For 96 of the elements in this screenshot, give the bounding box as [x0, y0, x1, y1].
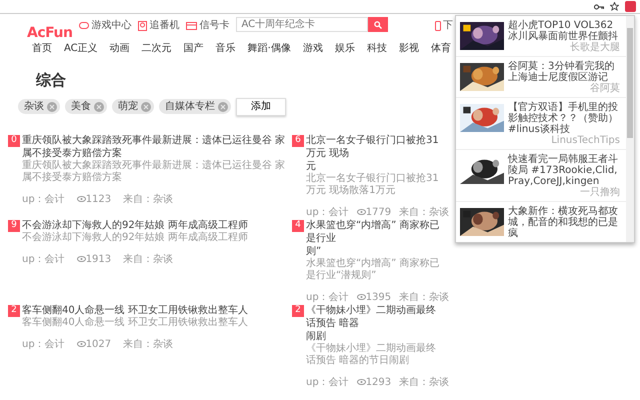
article-title[interactable]: 水果篮也穿“内增高” 商家称已是行业 — [306, 218, 444, 244]
article-title[interactable]: 《干物妹小埋》二期动画最终话预告 暗器 — [306, 304, 444, 330]
star-icon[interactable] — [610, 2, 619, 11]
rank-badge: 0 — [8, 134, 20, 146]
article-summary: 重庆领队被大象踩踏致死事件最新进展：遗体已运往曼谷 家属不接受泰方赔偿方案 — [22, 160, 286, 184]
source-text: 来自：杂谈 — [123, 338, 174, 352]
eye-icon — [76, 340, 86, 347]
article-title[interactable]: 重庆领队被大象踩踏致死事件最新进展：遗体已运往曼谷 家属不接受泰方赔偿方案 — [22, 134, 292, 160]
video-author: 谷阿莫 — [589, 83, 620, 94]
video-author: LinusTechTips — [550, 135, 620, 146]
eye-icon — [356, 294, 366, 300]
download-link[interactable]: 下 — [435, 18, 453, 33]
tag-chip[interactable]: 杂谈 — [18, 99, 60, 114]
video-title: 【官方双语】手机里的投影触控技术？？（赞助）#linus谈科技 — [508, 102, 619, 135]
rank-badge: 2 — [292, 304, 304, 316]
nav-link[interactable]: 国产 — [184, 40, 204, 56]
extension-icon[interactable] — [625, 1, 636, 12]
article-title[interactable]: 元 — [306, 160, 444, 172]
video-author: 长歌是大腿 — [569, 42, 620, 53]
remove-icon[interactable] — [218, 102, 228, 112]
view-count: 1293 — [356, 374, 392, 390]
rank-badge: 6 — [292, 134, 304, 146]
tag-chip[interactable]: 萌宠 — [112, 99, 154, 114]
video-title: 大象新作：横攻死马都攻城，配音的和我想的已是疯 — [508, 206, 619, 239]
eye-icon — [356, 208, 366, 215]
search-field[interactable]: AC十周年纪念卡 — [236, 17, 368, 32]
article-title[interactable]: 闹剧 — [306, 330, 444, 342]
video-item[interactable]: 大象新作：横攻死马都攻城，配音的和我想的已是疯 — [456, 202, 627, 242]
eye-icon — [76, 256, 86, 262]
uploader-text: up：会计 — [22, 192, 65, 206]
uploader-text: up：会计 — [22, 252, 65, 266]
rank-badge: 4 — [292, 220, 304, 232]
search-button[interactable] — [368, 17, 388, 32]
tag-chip[interactable]: 美食 — [65, 99, 107, 114]
source-text: 来自：杂谈 — [123, 192, 174, 206]
view-count: 1913 — [76, 252, 112, 266]
video-title: 超小虎TOP10 VOL362 冰川风暴面前世界任颤抖 — [508, 20, 619, 42]
uploader-text: up：会计 — [306, 376, 349, 390]
article-title[interactable]: 客车侧翻40人命悬一线 环卫女工用铁锹救出整车人 — [22, 304, 292, 316]
card-icon — [186, 22, 198, 30]
nav-link[interactable]: 娱乐 — [334, 40, 355, 56]
view-count: 1779 — [356, 204, 392, 220]
article-summary: 北京一名女子银行门口被抢31万元 现场散落1万元 — [306, 172, 440, 196]
nav-link[interactable]: 动画 — [110, 40, 130, 56]
article-summary: 不会游泳却下海救人的92年姑娘 两年成高级工程师 — [22, 232, 249, 244]
rank-badge: 9 — [8, 220, 20, 232]
nav-link[interactable]: AC正义 — [64, 40, 98, 56]
nav-link[interactable]: 舞蹈·偶像 — [248, 40, 291, 56]
video-item[interactable]: 【官方双语】手机里的投影触控技术？？（赞助）#linus谈科技 LinusTechTips — [456, 98, 627, 150]
view-count: 1123 — [76, 192, 112, 206]
nav-link[interactable]: 影视 — [398, 40, 419, 56]
view-count: 1395 — [356, 290, 392, 304]
video-item[interactable]: 超小虎TOP10 VOL362 冰川风暴面前世界任颤抖 长歌是大腿 — [456, 16, 627, 57]
view-count: 1027 — [76, 336, 112, 352]
remove-icon[interactable] — [47, 102, 57, 112]
uploader-text: up：会计 — [306, 290, 349, 304]
source-text: 来自：杂谈 — [399, 376, 450, 390]
source-text: 来自：杂谈 — [123, 252, 174, 266]
uploader-text: up：会计 — [22, 338, 65, 352]
article-summary: 《干物妹小埋》二期动画最终话预告 暗器的节日闹剧 — [306, 342, 437, 366]
header-link[interactable]: 信号卡 — [186, 18, 230, 33]
remove-icon[interactable] — [141, 102, 151, 112]
gamepad-icon — [79, 21, 90, 30]
video-title: 谷阿莫：3分钟看完我的上海迪士尼度假区游记 — [508, 61, 614, 83]
key-icon[interactable] — [594, 4, 604, 10]
scrollbar[interactable] — [626, 16, 634, 242]
article-title[interactable]: 则” — [306, 244, 444, 258]
remove-icon[interactable] — [94, 102, 104, 112]
article-summary: 水果篮也穿“内增高” 商家称已是行业“潜规则” — [306, 258, 441, 282]
source-text: 来自：杂谈 — [399, 290, 450, 304]
badge-icon — [138, 20, 148, 30]
video-item[interactable]: 快速看完一局韩服王者斗陵局 #173Rookie,Clid,Pray,CoreJJ,kingen 一只撸狗 — [456, 150, 627, 202]
add-button[interactable]: 添加 — [236, 98, 286, 116]
nav-link[interactable]: 科技 — [366, 40, 387, 56]
nav-link[interactable]: 二次元 — [142, 40, 172, 56]
video-item[interactable]: 谷阿莫：3分钟看完我的上海迪士尼度假区游记 谷阿莫 — [456, 57, 627, 98]
source-text: 来自：杂谈 — [399, 206, 450, 220]
uploader-text: up：会计 — [306, 206, 349, 220]
tag-chip[interactable]: 自媒体专栏 — [159, 99, 231, 114]
rank-badge: 2 — [8, 304, 20, 316]
header-link[interactable]: 追番机 — [138, 18, 180, 33]
page-heading: 综合 — [36, 70, 66, 91]
article-title[interactable]: 北京一名女子银行门口被抢31万元 现场 — [306, 134, 444, 160]
search-icon — [374, 20, 382, 28]
article-summary: 客车侧翻40人命悬一线 环卫女工用铁锹救出整车人 — [22, 316, 249, 328]
header-link[interactable]: 游戏中心 — [79, 18, 132, 33]
phone-icon — [435, 20, 441, 30]
eye-icon — [76, 196, 86, 202]
nav-link[interactable]: 音乐 — [216, 40, 236, 56]
article-title[interactable]: 不会游泳却下海救人的92年姑娘 两年成高级工程师 — [22, 218, 292, 232]
nav-link[interactable]: 游戏 — [302, 40, 323, 56]
eye-icon — [356, 378, 366, 385]
video-title: 快速看完一局韩服王者斗陵局 #173Rookie,Clid,Pray,CoreJJ,kingen — [508, 154, 619, 187]
nav-link[interactable]: 首页 — [32, 40, 52, 56]
video-author: 一只撸狗 — [579, 187, 620, 198]
nav-link[interactable]: 体育 — [430, 40, 451, 56]
